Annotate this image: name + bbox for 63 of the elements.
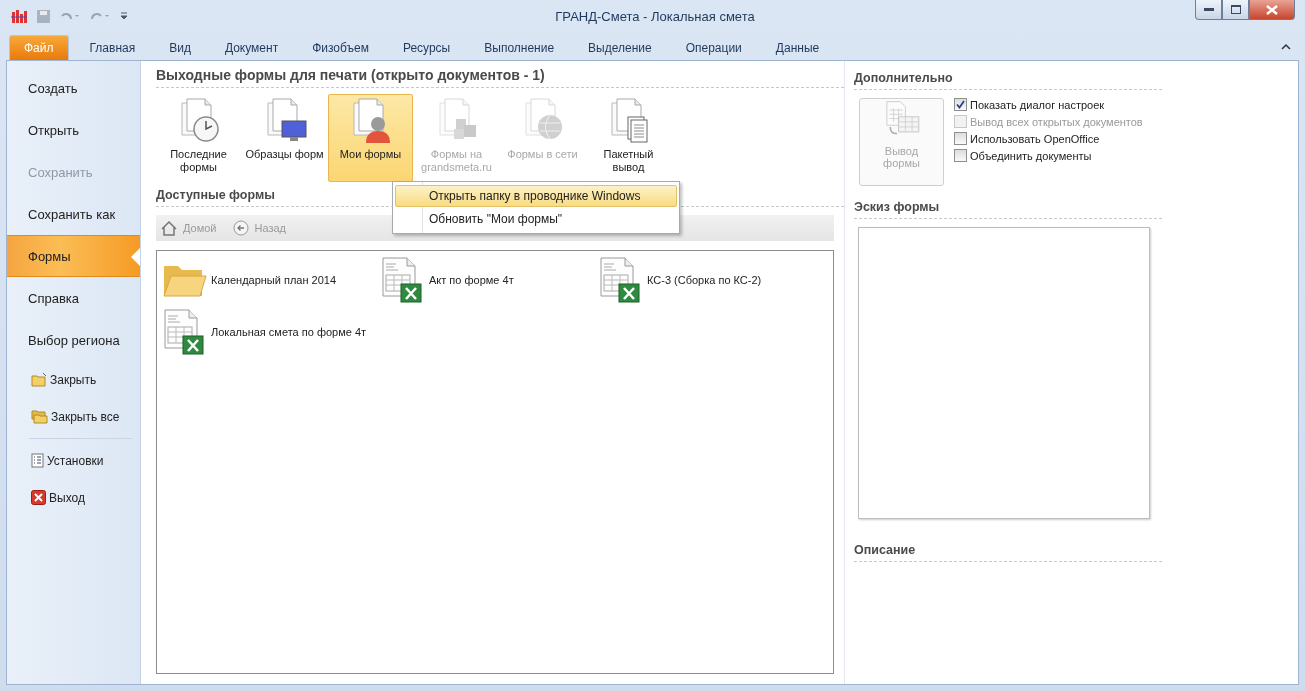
spreadsheet-file-icon bbox=[381, 256, 425, 304]
checkbox[interactable] bbox=[954, 149, 967, 162]
ribbon-tab[interactable]: Ресурсы bbox=[387, 35, 466, 60]
close-icon bbox=[1266, 4, 1278, 15]
section-heading: Дополнительно bbox=[854, 71, 1162, 90]
ribbon-tab[interactable]: Выполнение bbox=[469, 35, 570, 60]
ribbon-tab[interactable]: Документ bbox=[209, 35, 294, 60]
ribbon-tab[interactable]: Вид bbox=[154, 35, 206, 60]
folder-icon bbox=[31, 372, 47, 387]
collapse-ribbon-icon[interactable] bbox=[1281, 42, 1291, 50]
menu-command[interactable]: Выход bbox=[7, 479, 140, 516]
minimize-button[interactable] bbox=[1195, 0, 1222, 20]
command-label: Выход bbox=[49, 490, 85, 505]
menu-command[interactable]: Установки bbox=[7, 442, 140, 479]
minimize-icon bbox=[1203, 7, 1214, 12]
option-label: Показать диалог настроек bbox=[970, 98, 1105, 111]
menu-item[interactable]: Создать bbox=[7, 67, 140, 109]
command-label: Закрыть bbox=[50, 372, 97, 387]
gallery-button[interactable]: Пакетный вывод bbox=[586, 94, 671, 182]
option-label: Использовать OpenOffice bbox=[970, 132, 1100, 145]
option-label: Объединить документы bbox=[970, 149, 1092, 162]
command-label: Установки bbox=[47, 453, 104, 468]
gallery-button[interactable]: Последние формы bbox=[156, 94, 241, 182]
close-button[interactable] bbox=[1249, 0, 1295, 20]
folders-icon bbox=[31, 409, 48, 424]
menu-item[interactable]: Открыть bbox=[7, 109, 140, 151]
section-heading: Эскиз формы bbox=[854, 200, 1162, 219]
ribbon-tab[interactable]: Операции bbox=[670, 35, 757, 60]
spreadsheet-file-icon bbox=[163, 308, 207, 356]
menu-command[interactable]: Закрыть все bbox=[7, 398, 140, 435]
app-logo-icon bbox=[10, 8, 28, 24]
file-name[interactable]: Акт по форме 4т bbox=[429, 274, 514, 286]
menu-item[interactable]: Формы bbox=[7, 235, 140, 277]
checkbox[interactable] bbox=[954, 132, 967, 145]
context-menu-item[interactable]: Открыть папку в проводнике Windows bbox=[395, 185, 677, 207]
maximize-icon bbox=[1230, 5, 1241, 14]
gallery-button[interactable]: Образцы форм bbox=[242, 94, 327, 182]
window-title: ГРАНД-Смета - Локальная смета bbox=[554, 8, 756, 24]
list-document-icon bbox=[31, 453, 44, 468]
menu-item[interactable]: Справка bbox=[7, 277, 140, 319]
file-name[interactable]: Локальная смета по форме 4т bbox=[211, 326, 367, 338]
menu-command[interactable]: Закрыть bbox=[7, 361, 140, 398]
section-heading: Описание bbox=[854, 543, 1162, 562]
file-name[interactable]: Календарный план 2014 bbox=[211, 274, 337, 286]
gallery-button[interactable]: Мои формы bbox=[328, 94, 413, 182]
context-menu-item[interactable]: Обновить "Мои формы" bbox=[395, 208, 677, 230]
file-name[interactable]: КС-3 (Сборка по КС-2) bbox=[647, 274, 762, 286]
ribbon-tab[interactable]: Главная bbox=[74, 35, 151, 60]
section-heading: Выходные формы для печати (открыто документов - 1) bbox=[156, 67, 844, 88]
command-label: Закрыть все bbox=[51, 409, 120, 424]
menu-item[interactable]: Сохранить как bbox=[7, 193, 140, 235]
spreadsheet-file-icon bbox=[599, 256, 643, 304]
maximize-button[interactable] bbox=[1222, 0, 1249, 20]
close-icon bbox=[31, 490, 46, 505]
option-label: Вывод всех открытых документов bbox=[970, 115, 1143, 128]
back-icon bbox=[232, 220, 249, 236]
ribbon-tab[interactable]: Данные bbox=[760, 35, 835, 60]
home-icon bbox=[161, 220, 177, 236]
ribbon-tab[interactable]: Физобъем bbox=[297, 35, 384, 60]
customize-menu-icon[interactable] bbox=[119, 11, 129, 21]
checkbox[interactable] bbox=[954, 98, 967, 111]
menu-item[interactable]: Выбор региона bbox=[7, 319, 140, 361]
ribbon-tab[interactable]: Выделение bbox=[573, 35, 667, 60]
